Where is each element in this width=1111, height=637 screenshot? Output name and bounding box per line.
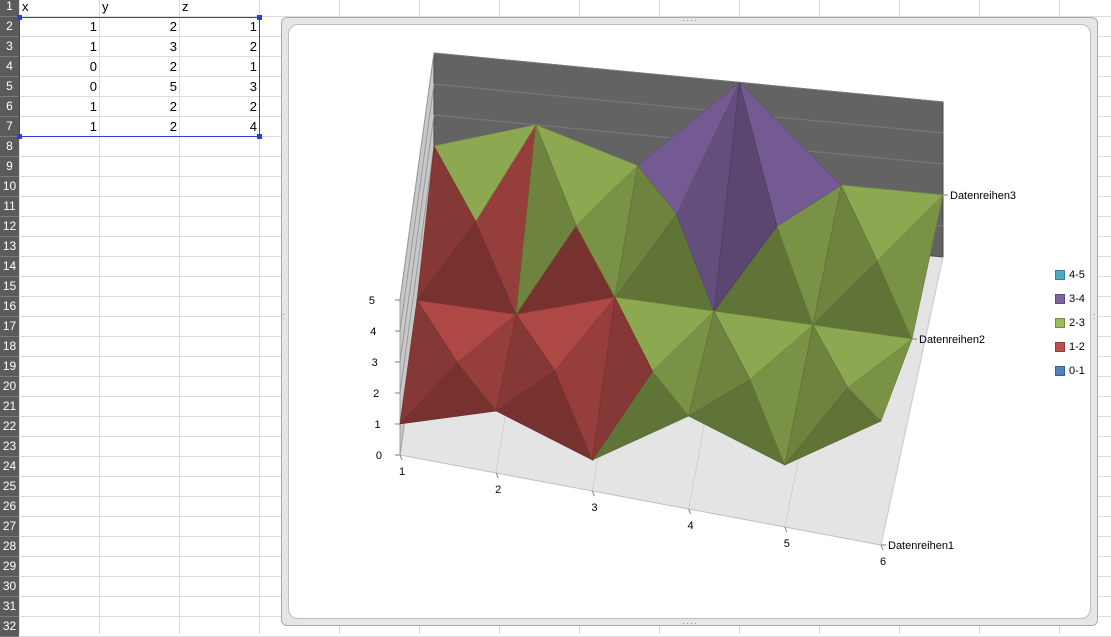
data-cell[interactable]: 2	[99, 97, 179, 117]
data-cell[interactable]: 2	[99, 17, 179, 37]
data-cell[interactable]: 1	[19, 117, 99, 137]
data-cell[interactable]: 0	[19, 57, 99, 77]
legend-label: 2-3	[1069, 317, 1085, 329]
row-header[interactable]: 14	[0, 257, 19, 277]
surface-plot: 1 2 3 4 5 6 0 1 2 3 4 5 Datenreihen1 Datenreihen2 Date…	[369, 52, 1016, 568]
row-header[interactable]: 2	[0, 17, 19, 37]
row-header[interactable]: 11	[0, 197, 19, 217]
legend-swatch	[1055, 366, 1065, 377]
x-tick-label: 5	[784, 538, 790, 550]
series-tick-label: Datenreihen3	[950, 190, 1016, 202]
data-cell[interactable]: 3	[99, 37, 179, 57]
legend-label: 1-2	[1069, 341, 1085, 353]
row-header[interactable]: 32	[0, 617, 19, 637]
data-cell[interactable]: 1	[19, 97, 99, 117]
row-header[interactable]: 30	[0, 577, 19, 597]
resize-grip-top[interactable]: ····	[682, 16, 698, 25]
data-cell[interactable]: 4	[179, 117, 259, 137]
legend-label: 4-5	[1069, 269, 1085, 281]
legend-swatch	[1055, 318, 1065, 329]
data-cell[interactable]: 1	[19, 17, 99, 37]
resize-grip-right[interactable]: :	[1093, 312, 1097, 321]
row-header[interactable]: 17	[0, 317, 19, 337]
row-header[interactable]: 10	[0, 177, 19, 197]
legend-entry[interactable]: 1-2	[1055, 340, 1085, 354]
row-header[interactable]: 19	[0, 357, 19, 377]
data-cell[interactable]: 5	[99, 77, 179, 97]
x-tick-label: 1	[399, 466, 405, 478]
data-cell[interactable]: 3	[179, 77, 259, 97]
row-header[interactable]: 16	[0, 297, 19, 317]
row-header[interactable]: 6	[0, 97, 19, 117]
series-tick-label: Datenreihen1	[888, 540, 954, 552]
row-header[interactable]: 5	[0, 77, 19, 97]
row-header[interactable]: 8	[0, 137, 19, 157]
row-header[interactable]: 3	[0, 37, 19, 57]
legend-entry[interactable]: 4-5	[1055, 268, 1085, 282]
row-header[interactable]: 15	[0, 277, 19, 297]
data-cell[interactable]: 2	[99, 117, 179, 137]
row-header[interactable]: 13	[0, 237, 19, 257]
column-gridline	[259, 0, 260, 634]
x-axis-tick	[880, 544, 884, 551]
series-tick-label: Datenreihen2	[919, 334, 985, 346]
data-cell[interactable]: 2	[99, 57, 179, 77]
row-header[interactable]: 18	[0, 337, 19, 357]
row-header[interactable]: 31	[0, 597, 19, 617]
data-cell[interactable]: 1	[179, 17, 259, 37]
legend-entry[interactable]: 2-3	[1055, 316, 1085, 330]
header-cell[interactable]: y	[99, 0, 179, 17]
legend-swatch	[1055, 270, 1065, 281]
x-tick-label: 4	[688, 520, 694, 532]
header-cell[interactable]: z	[179, 0, 259, 17]
z-tick-label: 3	[372, 357, 378, 369]
z-tick-label: 5	[369, 295, 375, 307]
row-header[interactable]: 27	[0, 517, 19, 537]
row-header[interactable]: 9	[0, 157, 19, 177]
legend-swatch	[1055, 342, 1065, 353]
legend-label: 0-1	[1069, 365, 1085, 377]
legend-label: 3-4	[1069, 293, 1085, 305]
data-cell[interactable]: 0	[19, 77, 99, 97]
x-tick-label: 2	[495, 484, 501, 496]
row-header[interactable]: 1	[0, 0, 19, 17]
z-tick-label: 4	[370, 326, 376, 338]
row-header[interactable]: 4	[0, 57, 19, 77]
x-tick-label: 3	[591, 502, 597, 514]
legend-swatch	[1055, 294, 1065, 305]
legend-entry[interactable]: 3-4	[1055, 292, 1085, 306]
chart-object[interactable]: ···· ···· : : 1 2 3 4 5 6 0 1 2 3 4 5 Datenreihen1 Da…	[281, 16, 1098, 628]
data-cell[interactable]: 2	[179, 97, 259, 117]
row-header[interactable]: 21	[0, 397, 19, 417]
data-cell[interactable]: 1	[179, 57, 259, 77]
row-header[interactable]: 20	[0, 377, 19, 397]
legend-entry[interactable]: 0-1	[1055, 364, 1085, 378]
row-header[interactable]: 12	[0, 217, 19, 237]
row-header[interactable]: 23	[0, 437, 19, 457]
z-tick-label: 1	[374, 419, 380, 431]
row-header[interactable]: 28	[0, 537, 19, 557]
data-cell[interactable]: 2	[179, 37, 259, 57]
resize-grip-bottom[interactable]: ····	[682, 619, 698, 628]
resize-grip-left[interactable]: :	[282, 312, 286, 321]
header-cell[interactable]: x	[19, 0, 99, 17]
row-header[interactable]: 29	[0, 557, 19, 577]
z-tick-label: 2	[373, 388, 379, 400]
row-header[interactable]: 25	[0, 477, 19, 497]
z-tick-label: 0	[376, 450, 382, 462]
row-header[interactable]: 7	[0, 117, 19, 137]
x-tick-label: 6	[880, 556, 886, 568]
row-header[interactable]: 22	[0, 417, 19, 437]
row-header[interactable]: 24	[0, 457, 19, 477]
chart-area[interactable]: 1 2 3 4 5 6 0 1 2 3 4 5 Datenreihen1 Datenreihen2 Date…	[288, 24, 1091, 619]
data-cell[interactable]: 1	[19, 37, 99, 57]
row-header[interactable]: 26	[0, 497, 19, 517]
